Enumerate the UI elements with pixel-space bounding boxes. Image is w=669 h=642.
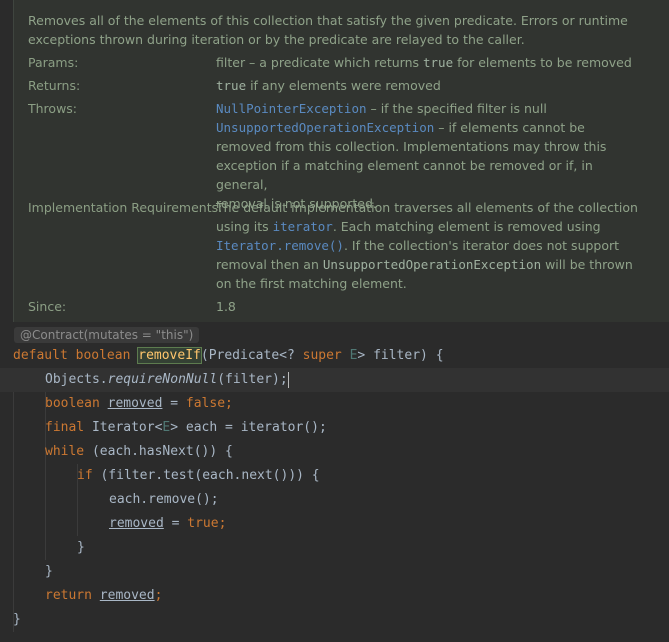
code-line-7[interactable]: each.remove(); [0,488,669,512]
code-line-1[interactable]: default boolean removeIf(Predicate<? sup… [0,344,669,368]
params-label: Params: [28,55,79,70]
code-line-6[interactable]: if (filter.test(each.next())) { [0,464,669,488]
code-line-2-current[interactable]: Objects.requireNonNull(filter); [0,368,669,392]
impl-req-value: The default implementation traverses all… [216,200,638,291]
javadoc-popup: Removes all of the elements of this coll… [13,0,669,322]
code-line-9[interactable]: } [0,536,669,560]
code-line-12[interactable]: } [0,608,669,632]
contract-annotation-hint: @Contract(mutates = "this") [14,327,200,343]
iterator-remove-link[interactable]: Iterator.remove() [216,238,344,253]
impl-req-label: Implementation Requirements: [28,200,223,215]
since-value: 1.8 [216,299,236,314]
code-line-3[interactable]: boolean removed = false; [0,392,669,416]
null-pointer-exception-link[interactable]: NullPointerException [216,101,367,116]
returns-label: Returns: [28,78,81,93]
doc-description: Removes all of the elements of this coll… [28,13,628,47]
throws-label: Throws: [28,101,78,116]
text-caret [287,371,289,388]
params-value: filter – a predicate which returns true … [216,55,632,70]
iterator-link[interactable]: iterator [273,219,333,234]
code-line-11[interactable]: return removed; [0,584,669,608]
method-name-removeif[interactable]: removeIf [137,347,202,364]
since-label: Since: [28,299,67,314]
code-line-4[interactable]: final Iterator<E> each = iterator(); [0,416,669,440]
code-line-8[interactable]: removed = true; [0,512,669,536]
code-line-5[interactable]: while (each.hasNext()) { [0,440,669,464]
code-line-10[interactable]: } [0,560,669,584]
returns-value: true if any elements were removed [216,78,441,93]
unsupported-operation-exception-link[interactable]: UnsupportedOperationException [216,120,434,135]
throws-value: NullPointerException – if the specified … [216,101,607,211]
